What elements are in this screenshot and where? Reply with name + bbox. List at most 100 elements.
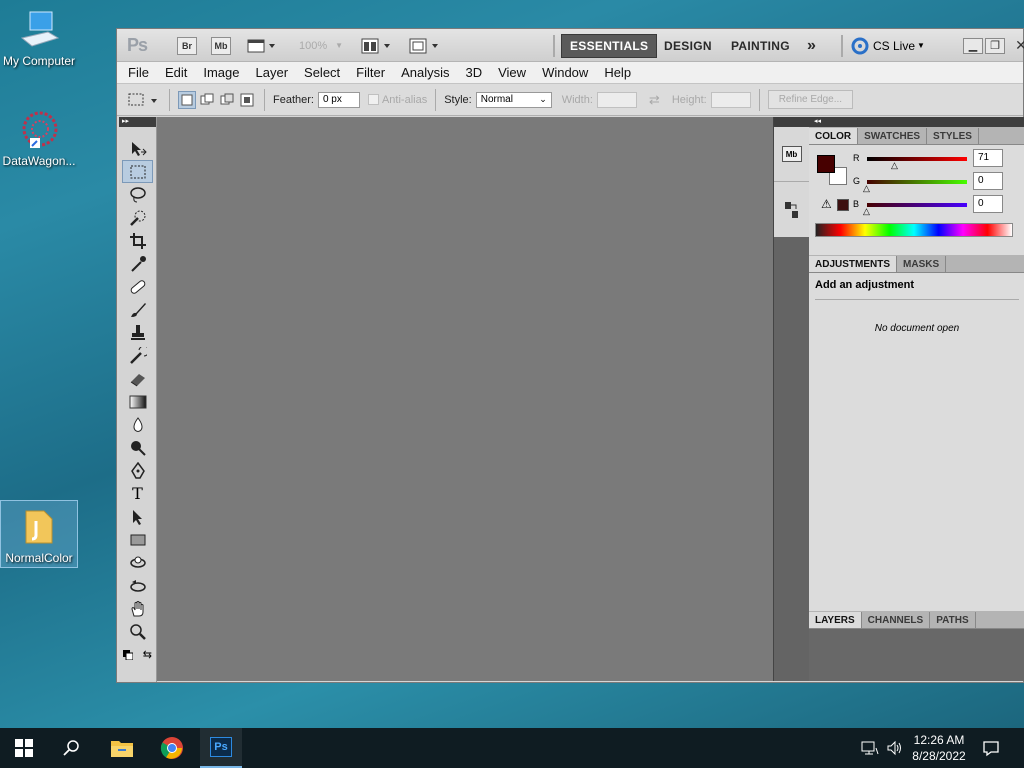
r-slider[interactable] (867, 157, 967, 161)
foreground-color-swatch[interactable] (817, 155, 835, 173)
desktop-icon-normalcolor[interactable]: NormalColor (0, 500, 78, 568)
gradient-tool[interactable] (119, 390, 156, 413)
desktop-icon-datawagon[interactable]: DataWagon... (0, 108, 78, 168)
tab-channels[interactable]: CHANNELS (862, 612, 931, 628)
tab-masks[interactable]: MASKS (897, 256, 947, 272)
collapse-tools-icon[interactable]: ▸▸ (119, 117, 156, 127)
volume-tray-button[interactable] (884, 728, 906, 768)
new-selection-button[interactable] (178, 90, 196, 109)
rectangle-tool[interactable] (119, 528, 156, 551)
swap-colors-icon[interactable]: ⇆ (143, 648, 152, 661)
blur-tool[interactable] (119, 413, 156, 436)
clone-source-panel-button[interactable] (774, 182, 809, 237)
spot-healing-brush-tool[interactable] (119, 275, 156, 298)
menu-select[interactable]: Select (304, 65, 340, 80)
launch-mini-bridge-button[interactable]: Mb (211, 36, 231, 55)
move-tool[interactable] (119, 137, 156, 160)
default-colors-icon[interactable] (123, 649, 133, 660)
dodge-tool[interactable] (119, 436, 156, 459)
cs-live-menu[interactable]: CS Live ▼ (851, 29, 925, 62)
add-to-selection-button[interactable] (198, 91, 216, 109)
menu-view[interactable]: View (498, 65, 526, 80)
eyedropper-tool[interactable] (119, 252, 156, 275)
b-slider-thumb-icon[interactable]: △ (863, 206, 870, 217)
tab-swatches[interactable]: SWATCHES (858, 128, 928, 144)
start-button[interactable] (0, 728, 48, 768)
b-slider[interactable] (867, 203, 967, 207)
tab-paths[interactable]: PATHS (930, 612, 976, 628)
quick-selection-tool[interactable] (119, 206, 156, 229)
history-brush-tool[interactable] (119, 344, 156, 367)
style-select[interactable]: Normal ⌄ (475, 91, 552, 108)
collapse-panels-icon[interactable]: ◂◂ (809, 117, 1024, 127)
close-button[interactable]: ✕ (1007, 37, 1024, 54)
launch-bridge-button[interactable]: Br (177, 36, 197, 55)
brush-tool[interactable] (119, 298, 156, 321)
arrange-documents-menu[interactable] (361, 29, 393, 62)
taskbar-chrome[interactable] (148, 728, 196, 768)
search-button[interactable] (48, 728, 96, 768)
lasso-tool[interactable] (119, 183, 156, 206)
view-extras-menu[interactable] (247, 29, 277, 62)
swap-width-height-icon[interactable]: ⇄ (649, 92, 660, 108)
g-slider-thumb-icon[interactable]: △ (863, 183, 870, 194)
gamut-correction-swatch[interactable] (837, 199, 849, 211)
tab-color[interactable]: COLOR (809, 128, 859, 144)
taskbar-file-explorer[interactable] (98, 728, 146, 768)
height-input[interactable] (710, 91, 751, 108)
hand-tool[interactable] (119, 597, 156, 620)
document-area[interactable] (157, 117, 773, 681)
menu-image[interactable]: Image (203, 65, 239, 80)
menu-file[interactable]: File (128, 65, 149, 80)
r-value-input[interactable]: 71 (973, 149, 1003, 167)
tab-layers[interactable]: LAYERS (809, 612, 862, 628)
color-spectrum-ramp[interactable] (815, 223, 1013, 237)
type-tool[interactable]: T (119, 482, 156, 505)
workspace-painting[interactable]: PAINTING (731, 39, 790, 53)
intersect-selection-button[interactable] (238, 91, 256, 109)
menu-filter[interactable]: Filter (356, 65, 385, 80)
menu-help[interactable]: Help (604, 65, 631, 80)
tab-styles[interactable]: STYLES (927, 128, 979, 144)
menu-analysis[interactable]: Analysis (401, 65, 449, 80)
menu-window[interactable]: Window (542, 65, 588, 80)
more-workspaces-button[interactable]: » (807, 37, 816, 55)
action-center-button[interactable] (976, 728, 1006, 768)
subtract-from-selection-button[interactable] (218, 91, 236, 109)
g-slider[interactable] (867, 180, 967, 184)
clock[interactable]: 12:26 AM 8/28/2022 (906, 728, 972, 768)
3d-orbit-tool[interactable] (119, 574, 156, 597)
workspace-essentials[interactable]: ESSENTIALS (561, 33, 658, 58)
3d-rotate-tool[interactable] (119, 551, 156, 574)
screen-mode-menu[interactable] (409, 29, 441, 62)
menu-3d[interactable]: 3D (465, 65, 482, 80)
restore-button[interactable]: ❐ (985, 37, 1005, 54)
antialias-checkbox[interactable] (367, 94, 379, 105)
path-selection-tool[interactable] (119, 505, 156, 528)
zoom-tool[interactable] (119, 620, 156, 643)
menu-layer[interactable]: Layer (256, 65, 289, 80)
eraser-tool[interactable] (119, 367, 156, 390)
taskbar-photoshop[interactable]: Ps (200, 728, 242, 768)
clone-stamp-tool[interactable] (119, 321, 156, 344)
menu-edit[interactable]: Edit (165, 65, 187, 80)
b-value-input[interactable]: 0 (973, 195, 1003, 213)
workspace-design[interactable]: DESIGN (664, 39, 712, 53)
out-of-gamut-warning-icon[interactable]: ⚠ (821, 197, 832, 211)
minimize-button[interactable]: ▁ (963, 37, 983, 54)
tab-adjustments[interactable]: ADJUSTMENTS (809, 256, 898, 272)
crop-tool[interactable] (119, 229, 156, 252)
mini-bridge-panel-button[interactable]: Mb (774, 127, 809, 182)
g-value-input[interactable]: 0 (973, 172, 1003, 190)
desktop-icon-my-computer[interactable]: My Computer (0, 8, 78, 68)
width-input[interactable] (596, 91, 637, 108)
zoom-level-dropdown[interactable]: 100% ▼ (299, 29, 343, 62)
r-slider-thumb-icon[interactable]: △ (891, 160, 898, 171)
feather-input[interactable]: 0 px (317, 91, 360, 108)
network-tray-button[interactable] (858, 728, 882, 768)
rectangular-marquee-tool[interactable] (122, 160, 153, 183)
style-label: Style: (444, 93, 472, 106)
pen-tool[interactable] (119, 459, 156, 482)
refine-edge-button[interactable]: Refine Edge... (767, 90, 854, 109)
tool-preset-picker[interactable] (127, 92, 161, 108)
